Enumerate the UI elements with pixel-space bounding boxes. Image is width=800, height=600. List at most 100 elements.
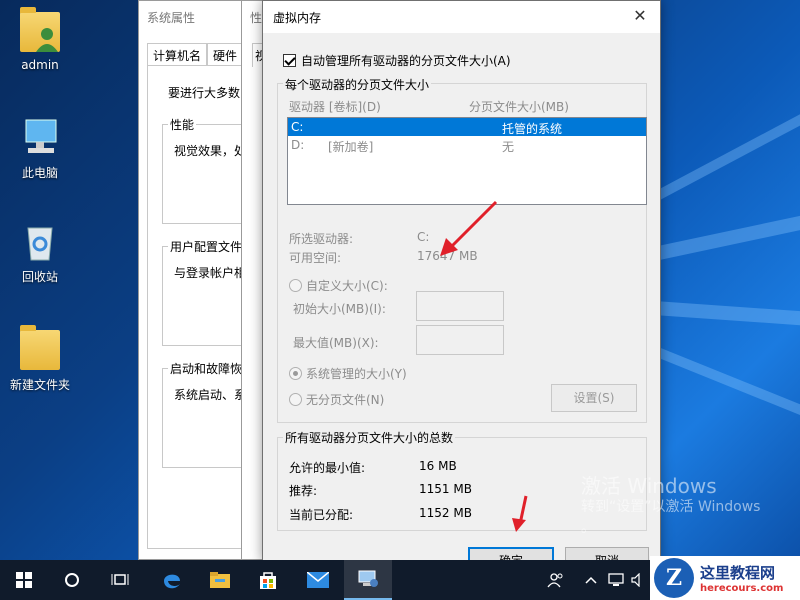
people-icon bbox=[547, 573, 563, 588]
network-button[interactable] bbox=[604, 560, 628, 600]
close-icon[interactable]: ✕ bbox=[630, 6, 650, 26]
free-space-label: 可用空间: bbox=[289, 251, 342, 265]
taskbar-store[interactable] bbox=[244, 560, 292, 600]
store-bag-icon bbox=[260, 572, 276, 589]
min-allowed-label: 允许的最小值: bbox=[289, 461, 366, 475]
system-managed-radio[interactable]: 系统管理的大小(Y) bbox=[289, 365, 407, 382]
group-label: 性能 bbox=[168, 116, 197, 133]
desktop-icon-recycle-bin[interactable]: 回收站 bbox=[4, 222, 76, 285]
desktop-icon-label: admin bbox=[21, 58, 59, 72]
tab-bar: 计算机名 硬件 bbox=[147, 43, 244, 65]
drive-letter: C: bbox=[291, 120, 304, 134]
drive-row-d[interactable]: D: [新加卷] 无 bbox=[288, 136, 646, 154]
custom-size-radio[interactable]: 自定义大小(C): bbox=[289, 277, 388, 294]
file-explorer-icon bbox=[210, 572, 230, 588]
desktop-icon-label: 此电脑 bbox=[21, 166, 58, 180]
mail-icon bbox=[307, 572, 329, 588]
site-brand-text: 这里教程网 herecours.com bbox=[700, 562, 783, 594]
taskbar-edge[interactable] bbox=[148, 560, 196, 600]
column-header-size: 分页文件大小(MB) bbox=[469, 100, 569, 114]
desktop-icon-label: 新建文件夹 bbox=[9, 378, 70, 392]
site-logo-icon bbox=[654, 558, 694, 598]
radio-label: 无分页文件(N) bbox=[306, 393, 385, 407]
activation-watermark-title: 激活 Windows bbox=[581, 474, 717, 498]
group-label: 每个驱动器的分页文件大小 bbox=[283, 76, 432, 93]
cortana-circle-icon bbox=[65, 573, 79, 587]
taskbar-file-explorer[interactable] bbox=[196, 560, 244, 600]
column-header-drive: 驱动器 [卷标](D) bbox=[289, 100, 381, 114]
people-button[interactable] bbox=[540, 560, 572, 600]
selected-drive-label: 所选驱动器: bbox=[289, 232, 354, 246]
activation-watermark-text: 转到“设置”以激活 Windows bbox=[581, 499, 761, 515]
desktop-icon-admin[interactable]: admin bbox=[4, 7, 76, 72]
computer-icon bbox=[20, 118, 60, 158]
selected-drive-value: C: bbox=[417, 230, 430, 244]
group-text: 与登录帐户相 bbox=[174, 266, 247, 280]
annotation-arrow-icon bbox=[512, 495, 528, 532]
task-view-icon bbox=[111, 574, 129, 585]
volume-button[interactable] bbox=[628, 560, 648, 600]
recommended-value: 1151 MB bbox=[419, 482, 472, 496]
intro-text: 要进行大多数 bbox=[168, 86, 241, 100]
group-text: 视觉效果，处 bbox=[174, 144, 247, 158]
window-title: 系统属性 bbox=[147, 11, 196, 25]
user-folder-icon bbox=[20, 7, 60, 52]
edge-browser-icon bbox=[164, 574, 180, 589]
group-text: 系统启动、系 bbox=[174, 388, 247, 402]
search-button[interactable] bbox=[48, 560, 96, 600]
title-bar: 虚拟内存 ✕ bbox=[263, 1, 660, 33]
taskbar-mail[interactable] bbox=[294, 560, 342, 600]
auto-manage-checkbox[interactable]: 自动管理所有驱动器的分页文件大小(A) bbox=[283, 52, 511, 69]
tab-computer-name[interactable]: 计算机名 bbox=[147, 43, 208, 65]
initial-size-input[interactable] bbox=[416, 291, 504, 321]
taskbar-system-properties[interactable] bbox=[344, 560, 392, 600]
task-view-button[interactable] bbox=[96, 560, 144, 600]
radio-label: 系统管理的大小(Y) bbox=[306, 367, 407, 381]
dialog-title: 虚拟内存 bbox=[273, 11, 322, 25]
desktop-icon-new-folder[interactable]: 新建文件夹 bbox=[4, 325, 76, 393]
allocated-value: 1152 MB bbox=[419, 506, 472, 520]
radio-icon bbox=[289, 279, 302, 292]
site-url: herecours.com bbox=[700, 583, 784, 594]
drive-row-c[interactable]: C: 托管的系统 bbox=[288, 118, 646, 136]
site-watermark: 这里教程网 herecours.com bbox=[650, 556, 800, 600]
no-paging-radio[interactable]: 无分页文件(N) bbox=[289, 391, 384, 408]
speaker-icon bbox=[631, 573, 640, 587]
group-label: 所有驱动器分页文件大小的总数 bbox=[283, 429, 456, 446]
radio-label: 自定义大小(C): bbox=[306, 279, 388, 293]
desktop-icon-label: 回收站 bbox=[21, 270, 58, 284]
chevron-up-icon bbox=[585, 576, 597, 584]
group-label: 用户配置文件 bbox=[168, 238, 245, 255]
folder-icon bbox=[20, 325, 60, 370]
site-name: 这里教程网 bbox=[700, 564, 776, 582]
tab-hardware[interactable]: 硬件 bbox=[207, 43, 244, 65]
checkbox-checked-icon bbox=[283, 54, 296, 67]
system-properties-icon bbox=[358, 570, 378, 587]
desktop-icon-computer[interactable]: 此电脑 bbox=[4, 118, 76, 181]
group-label: 启动和故障恢 bbox=[168, 360, 245, 377]
annotation-arrow-icon bbox=[440, 200, 498, 256]
drive-size: 托管的系统 bbox=[502, 122, 563, 136]
system-properties-window: 系统属性 计算机名 硬件 要进行大多数 性能 视觉效果，处 用户配置文件 与登录… bbox=[138, 0, 257, 560]
checkbox-label: 自动管理所有驱动器的分页文件大小(A) bbox=[301, 54, 511, 68]
drive-size: 无 bbox=[502, 140, 515, 154]
drive-list[interactable]: C: 托管的系统 D: [新加卷] 无 bbox=[287, 117, 647, 205]
windows-logo-icon bbox=[16, 572, 32, 588]
radio-selected-icon bbox=[289, 367, 302, 380]
show-hidden-icons-button[interactable] bbox=[578, 560, 604, 600]
initial-size-label: 初始大小(MB)(I): bbox=[293, 302, 386, 316]
activation-watermark-dot: 。 bbox=[581, 520, 595, 536]
allocated-label: 当前已分配: bbox=[289, 508, 354, 522]
window-title: 性 bbox=[250, 11, 263, 25]
max-size-label: 最大值(MB)(X): bbox=[293, 336, 379, 350]
drive-letter: D: bbox=[291, 138, 305, 152]
network-icon bbox=[608, 573, 624, 586]
radio-icon bbox=[289, 393, 302, 406]
drive-label: [新加卷] bbox=[328, 140, 374, 154]
recommended-label: 推荐: bbox=[289, 484, 318, 498]
start-button[interactable] bbox=[0, 560, 48, 600]
min-allowed-value: 16 MB bbox=[419, 459, 457, 473]
max-size-input[interactable] bbox=[416, 325, 504, 355]
recycle-bin-icon bbox=[20, 222, 60, 262]
set-button[interactable]: 设置(S) bbox=[551, 384, 637, 412]
